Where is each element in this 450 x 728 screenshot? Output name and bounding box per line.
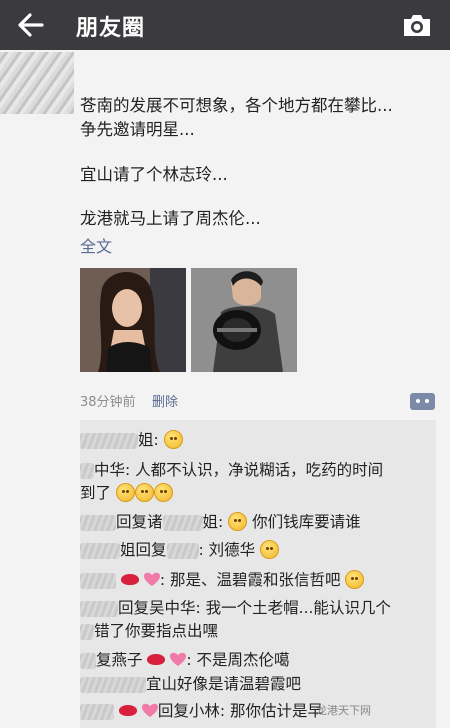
comment-text: 姐: bbox=[202, 513, 224, 531]
smile-emoji-icon bbox=[115, 483, 135, 502]
back-arrow-icon[interactable] bbox=[14, 9, 48, 41]
comment-text: 回复吴中华: 我一个土老帽...能认识几个 bbox=[118, 599, 391, 617]
comment-text: : 刘德华 bbox=[198, 541, 256, 559]
comment-text: 你们钱库要请谁 bbox=[252, 513, 361, 531]
dizzy-emoji-icon bbox=[345, 570, 365, 589]
watermark: 龙港天下网 bbox=[316, 704, 371, 717]
heart-emoji-icon bbox=[143, 572, 160, 586]
lips-emoji-icon bbox=[120, 574, 139, 585]
comment-item[interactable]: : 那是、温碧霞和张信哲吧 bbox=[80, 568, 365, 590]
heart-emoji-icon bbox=[170, 652, 187, 666]
blurred-name bbox=[80, 652, 96, 669]
post-photo-man-with-hat[interactable] bbox=[191, 268, 297, 372]
post-text-line: 争先邀请明星... bbox=[80, 120, 195, 139]
comment-text: 错了你要指点出嘿 bbox=[94, 622, 219, 640]
comment-text: : 不是周杰伦噶 bbox=[186, 651, 290, 669]
post-text-line: 宜山请了个林志玲... bbox=[80, 165, 228, 184]
comment-item[interactable]: 回复诸 姐: 你们钱库要请谁 bbox=[80, 510, 361, 532]
delete-link[interactable]: 删除 bbox=[152, 391, 178, 410]
comment-item[interactable]: 回复小林: 那你估计是早 bbox=[80, 699, 323, 721]
grin-emoji-icon bbox=[228, 512, 248, 531]
blurred-name bbox=[80, 514, 116, 531]
comment-text: 中华: 人都不认识，净说糊话，吃药的时间 bbox=[94, 461, 384, 479]
smile-emoji-icon bbox=[260, 540, 280, 559]
post-time: 38分钟前 bbox=[80, 395, 136, 410]
smile-emoji-icon bbox=[134, 483, 154, 502]
blurred-name bbox=[162, 514, 203, 531]
smile-emoji-icon bbox=[163, 430, 183, 449]
blurred-name bbox=[80, 572, 116, 589]
comment-list: 姐: 中华: 人都不认识，净说糊话，吃药的时间 到了 回复诸 姐: 你们钱库要请谁… bbox=[80, 420, 436, 728]
comment-text: 宜山好像是请温碧霞吧 bbox=[146, 675, 302, 693]
blurred-name bbox=[80, 600, 118, 617]
blurred-name bbox=[80, 462, 94, 479]
comment-more-button[interactable] bbox=[410, 393, 435, 410]
comment-text: 回复小林: 那你估计是早 bbox=[157, 702, 324, 720]
post-photo-woman[interactable] bbox=[80, 268, 186, 372]
dot-icon bbox=[416, 399, 420, 403]
blurred-name bbox=[80, 542, 120, 559]
comment-item[interactable]: 回复吴中华: 我一个土老帽...能认识几个 bbox=[80, 596, 391, 618]
comment-item[interactable]: 姐回复 : 刘德华 bbox=[80, 538, 280, 560]
comment-text: 回复诸 bbox=[116, 513, 163, 531]
dot-icon bbox=[425, 399, 429, 403]
comment-item[interactable]: 姐: bbox=[80, 428, 183, 450]
comment-item[interactable]: 宜山好像是请温碧霞吧 bbox=[80, 672, 301, 694]
lips-emoji-icon bbox=[147, 654, 166, 665]
heart-emoji-icon bbox=[141, 703, 158, 717]
blurred-name bbox=[80, 676, 146, 693]
comment-text: 姐回复 bbox=[120, 541, 167, 559]
page-title: 朋友圈 bbox=[76, 16, 146, 41]
blurred-name bbox=[80, 703, 114, 720]
comment-item[interactable]: 复燕子 : 不是周杰伦噶 bbox=[80, 648, 290, 670]
comment-item[interactable]: 中华: 人都不认识，净说糊话，吃药的时间 bbox=[80, 458, 383, 480]
blurred-name bbox=[80, 432, 138, 449]
avatar[interactable] bbox=[0, 52, 74, 114]
blurred-name bbox=[166, 542, 199, 559]
smile-emoji-icon bbox=[153, 483, 173, 502]
comment-text: 复燕子 bbox=[96, 651, 143, 669]
camera-icon[interactable] bbox=[402, 12, 432, 38]
post-text-line: 龙港就马上请了周杰伦... bbox=[80, 209, 261, 228]
lips-emoji-icon bbox=[118, 705, 137, 716]
comment-text: 姐: bbox=[138, 431, 159, 449]
comment-item-continued: 错了你要指点出嘿 bbox=[80, 619, 218, 641]
post-text-line: 苍南的发展不可想象，各个地方都在攀比... bbox=[80, 96, 393, 115]
full-text-link[interactable]: 全文 bbox=[80, 233, 112, 257]
comment-text: : 那是、温碧霞和张信哲吧 bbox=[159, 571, 341, 589]
top-bar: 朋友圈 bbox=[0, 0, 450, 50]
blurred-name bbox=[80, 623, 94, 640]
comment-item-continued: 到了 bbox=[80, 481, 173, 503]
comment-text: 到了 bbox=[80, 484, 112, 502]
